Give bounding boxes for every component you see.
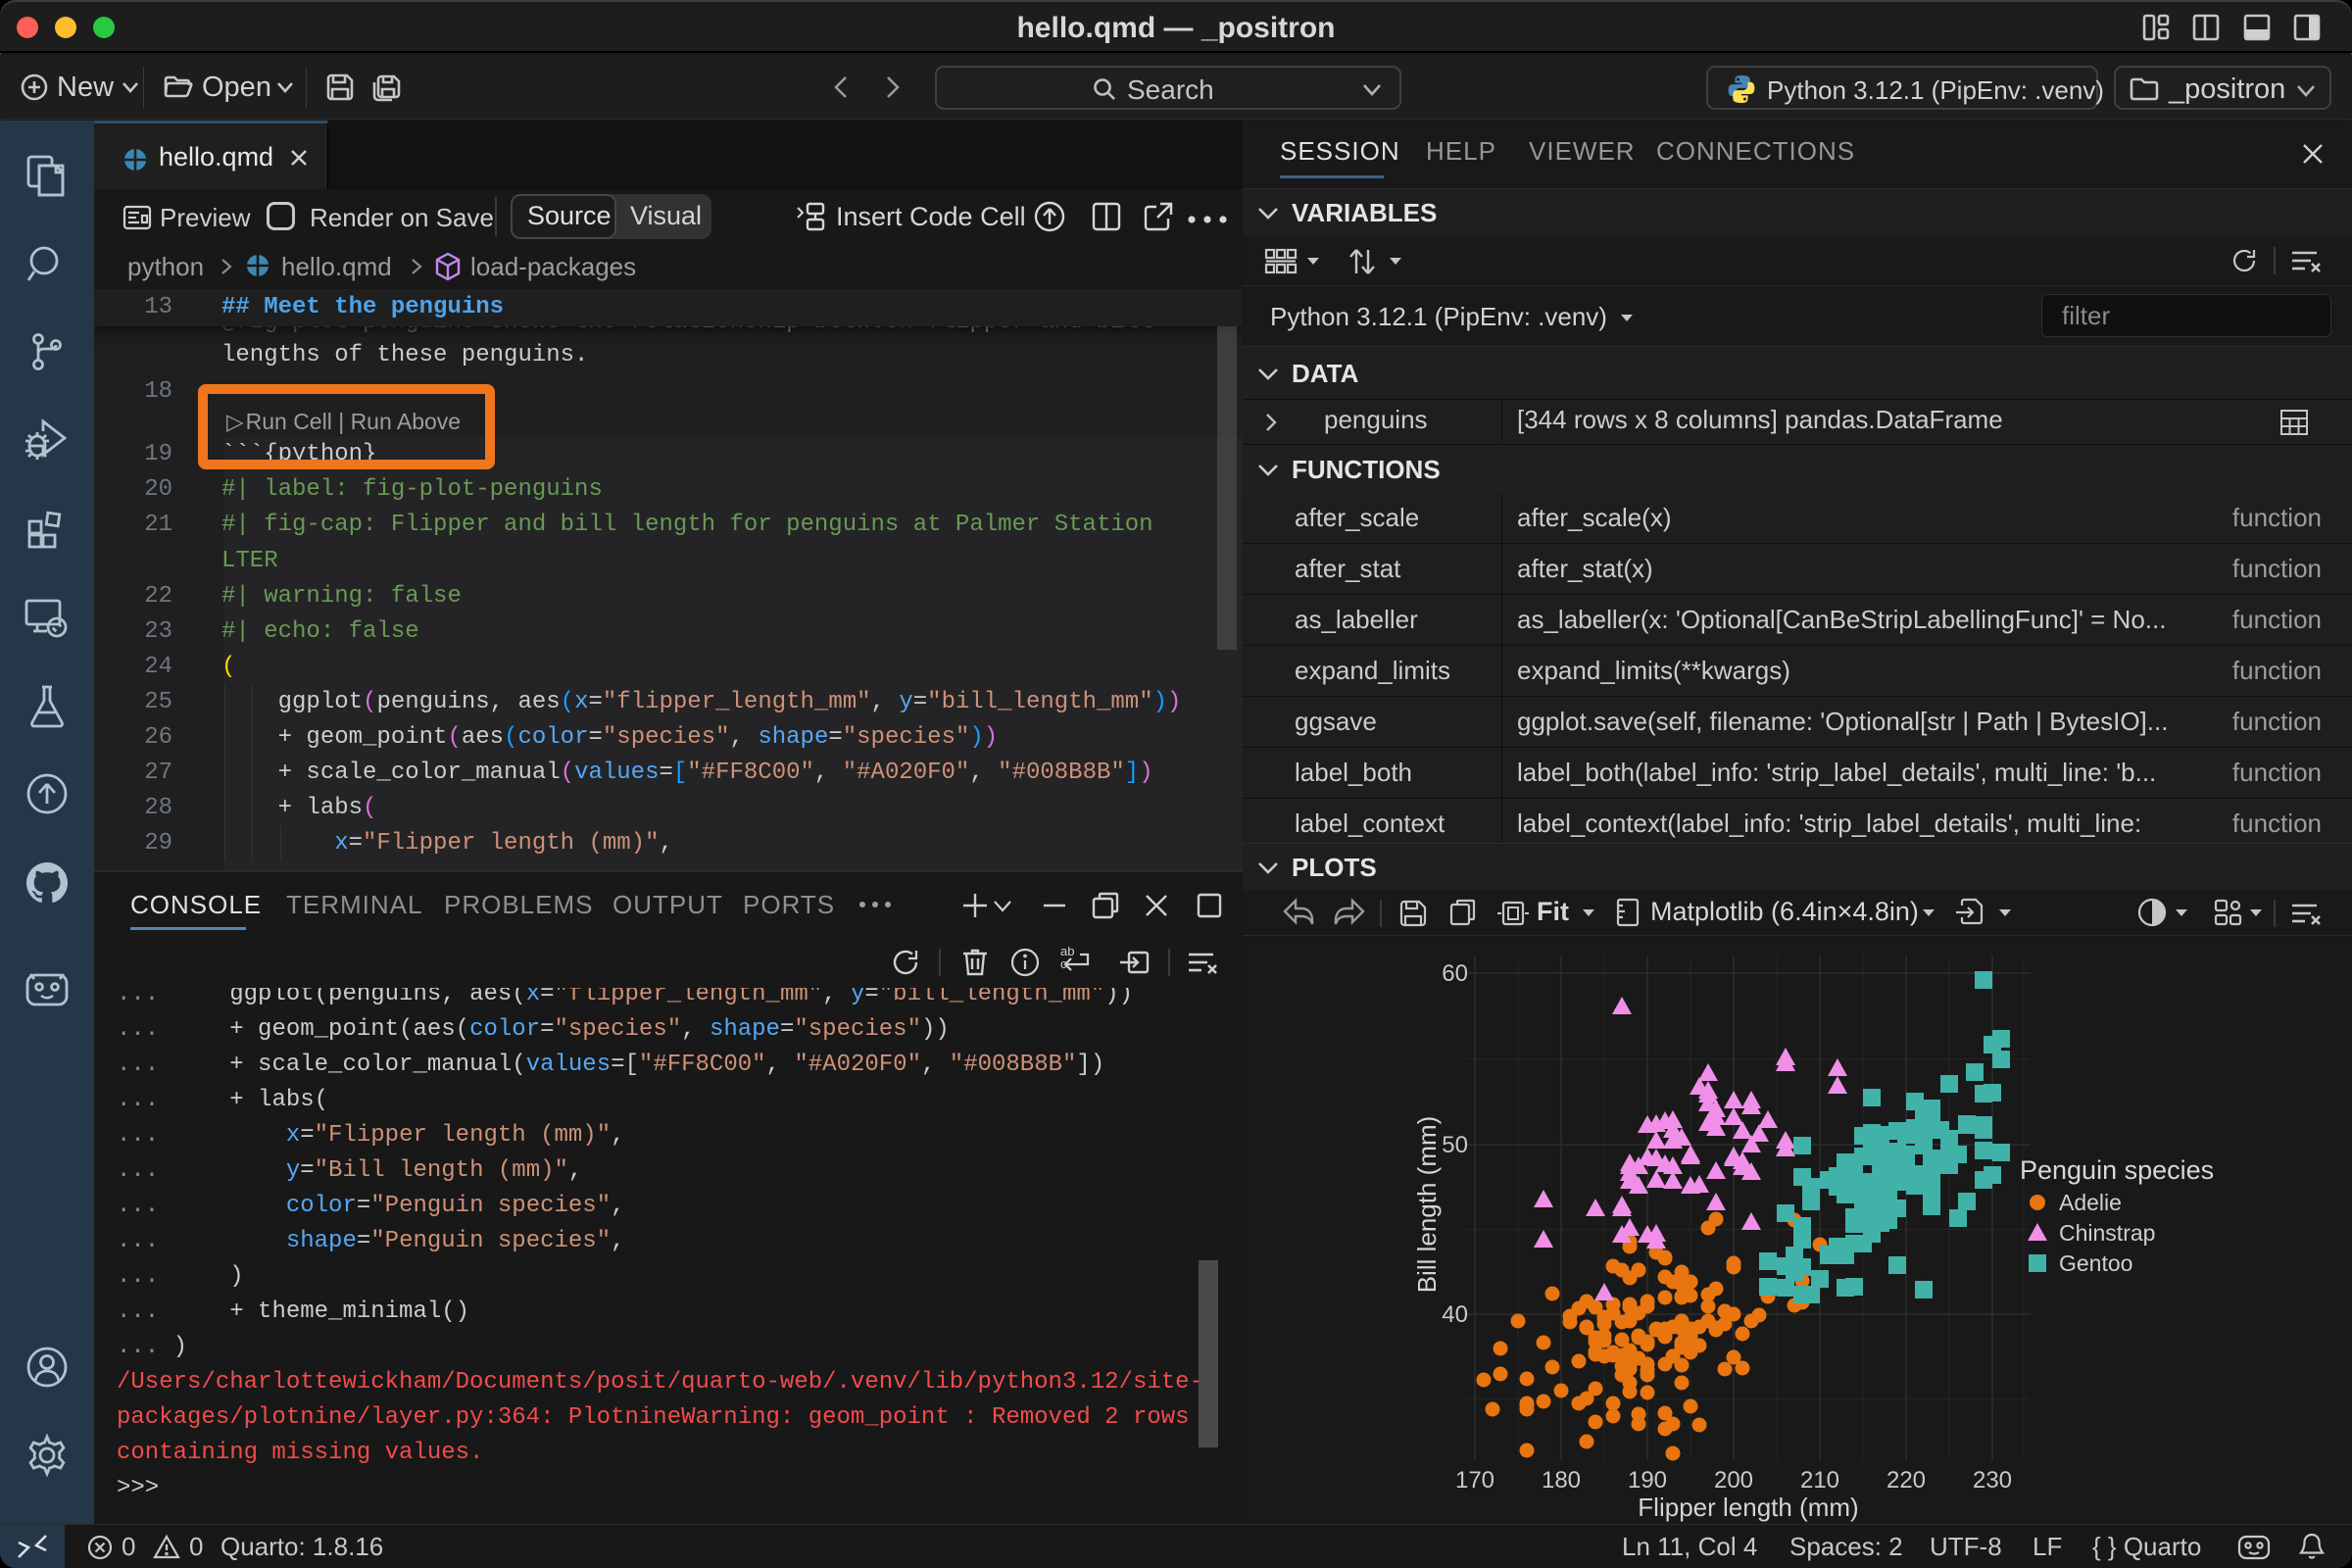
svg-text:210: 210 xyxy=(1800,1467,1839,1494)
svg-text:Adelie: Adelie xyxy=(2059,1190,2122,1215)
svg-text:c: c xyxy=(1060,956,1067,971)
svg-text:Gentoo: Gentoo xyxy=(2059,1250,2132,1276)
svg-text:Flipper length (mm): Flipper length (mm) xyxy=(1638,1493,1858,1522)
svg-text:190: 190 xyxy=(1628,1467,1667,1494)
svg-text:180: 180 xyxy=(1542,1467,1581,1494)
svg-text:Bill length (mm): Bill length (mm) xyxy=(1412,1116,1442,1294)
svg-text:200: 200 xyxy=(1714,1467,1753,1494)
svg-text:50: 50 xyxy=(1442,1132,1468,1158)
svg-text:Chinstrap: Chinstrap xyxy=(2059,1220,2155,1246)
svg-text:40: 40 xyxy=(1442,1301,1468,1328)
svg-text:230: 230 xyxy=(1973,1467,2012,1494)
svg-text:Penguin species: Penguin species xyxy=(2020,1155,2214,1185)
svg-text:170: 170 xyxy=(1455,1467,1494,1494)
svg-text:60: 60 xyxy=(1442,960,1468,987)
svg-text:220: 220 xyxy=(1886,1467,1926,1494)
